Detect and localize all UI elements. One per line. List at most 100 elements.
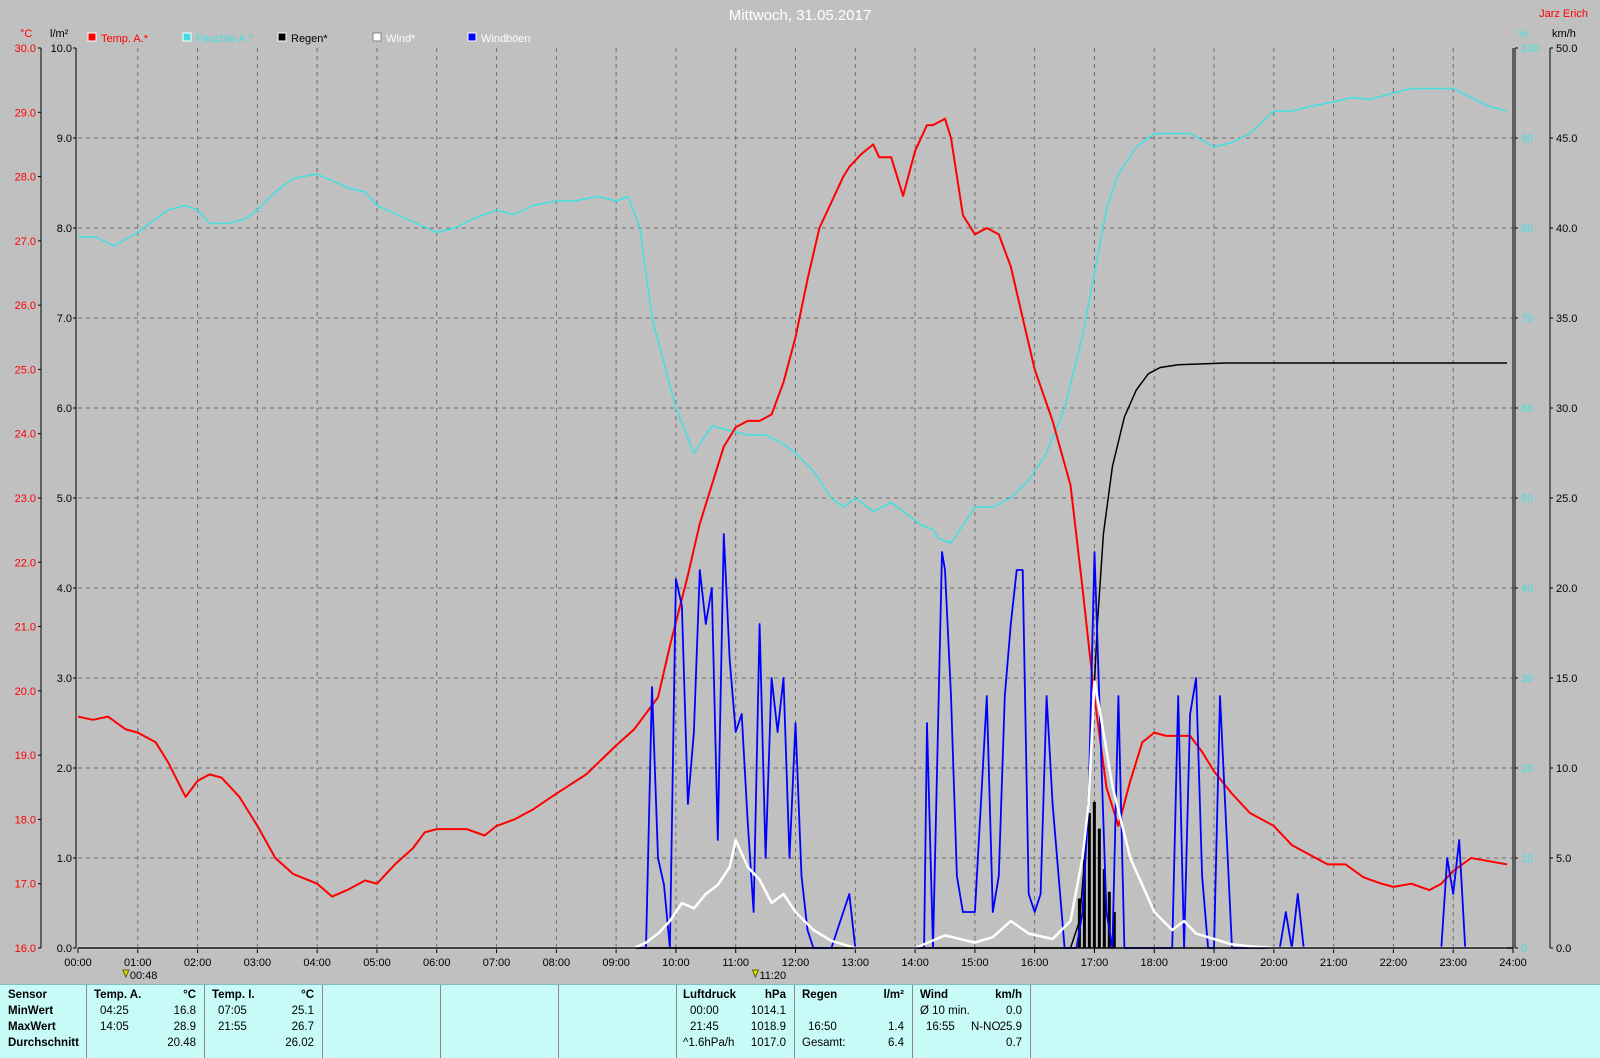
legend-swatch-humidity	[182, 32, 192, 42]
stats-luftdruck-min: 1014.1	[750, 1005, 786, 1017]
wind-tick-label: 25.0	[1556, 493, 1577, 505]
rain-tick-label: 8.0	[57, 223, 72, 235]
wind-tick-label: 0.0	[1556, 943, 1571, 955]
time-tick-label: 18:00	[1140, 957, 1168, 969]
rain-tick-label: 9.0	[57, 133, 72, 145]
stats-temp-i-title: Temp. I.	[212, 989, 255, 1001]
temp-tick-label: 18.0	[15, 814, 36, 826]
stats-luftdruck-avg: 1017.0	[750, 1037, 786, 1049]
time-tick-label: 11:00	[722, 957, 749, 969]
rain-tick-label: 7.0	[57, 313, 72, 325]
humidity-tick-label: 20	[1521, 763, 1533, 775]
humidity-tick-label: 100	[1521, 43, 1539, 55]
humidity-unit-label: %	[1518, 28, 1528, 40]
rain-bar	[1087, 813, 1091, 948]
time-tick-label: 00:00	[64, 957, 92, 969]
stats-temp-i-min-time: 07:05	[218, 1005, 247, 1017]
sun-marker-label: 11:20	[759, 970, 786, 982]
humidity-tick-label: 80	[1521, 223, 1533, 235]
time-tick-label: 03:00	[244, 957, 272, 969]
temp-tick-label: 20.0	[15, 686, 36, 698]
time-tick-label: 21:00	[1320, 957, 1348, 969]
stats-empty-block-1	[323, 985, 441, 1058]
time-tick-label: 05:00	[363, 957, 391, 969]
wind-tick-label: 5.0	[1556, 853, 1571, 865]
rain-tick-label: 4.0	[57, 583, 72, 595]
temp-tick-label: 25.0	[15, 364, 36, 376]
rain-tick-label: 1.0	[57, 853, 72, 865]
stats-temp-i-unit: °C	[301, 989, 314, 1001]
temp-tick-label: 21.0	[15, 622, 36, 634]
stats-wind-block: Wind km/h Ø 10 min. 0.0 16:55 N-NO 25.9 …	[913, 985, 1031, 1058]
stats-regen-block: Regen l/m² 16:50 1.4 Gesamt: 6.4	[795, 985, 913, 1058]
time-tick-label: 02:00	[184, 957, 212, 969]
time-tick-label: 08:00	[543, 957, 571, 969]
temp-tick-label: 17.0	[15, 879, 36, 891]
humidity-tick-label: 0	[1521, 943, 1527, 955]
legend-label-rain: Regen*	[291, 33, 328, 45]
time-tick-label: 16:00	[1021, 957, 1049, 969]
rain-bar	[1092, 801, 1096, 948]
stats-wind-max-time: 16:55	[926, 1021, 955, 1033]
rain-tick-label: 10.0	[51, 43, 72, 55]
time-tick-label: 04:00	[303, 957, 331, 969]
stats-empty-block-3	[559, 985, 677, 1058]
time-tick-label: 20:00	[1260, 957, 1288, 969]
time-tick-label: 06:00	[423, 957, 451, 969]
stats-regen-max-time: 16:50	[808, 1021, 837, 1033]
humidity-tick-label: 30	[1521, 673, 1533, 685]
stats-wind-max-dir: N-NO	[971, 1021, 1001, 1033]
stats-wind-avg: 0.7	[1006, 1037, 1022, 1049]
stats-luftdruck-title: Luftdruck	[683, 989, 737, 1001]
time-tick-label: 22:00	[1380, 957, 1408, 969]
stats-row-label-max: MaxWert	[8, 1021, 56, 1033]
time-tick-label: 07:00	[483, 957, 511, 969]
time-tick-label: 10:00	[662, 957, 690, 969]
stats-temp-i-min: 25.1	[291, 1005, 314, 1017]
time-tick-label: 19:00	[1200, 957, 1228, 969]
stats-luftdruck-max-time: 21:45	[690, 1021, 719, 1033]
time-tick-label: 14:00	[901, 957, 929, 969]
wind-tick-label: 35.0	[1556, 313, 1577, 325]
legend-label-gust: Windböen	[481, 33, 531, 45]
stats-temp-a-avg: 20.48	[167, 1037, 196, 1049]
rain-tick-label: 3.0	[57, 673, 72, 685]
temp-unit-label: °C	[20, 28, 32, 40]
stats-sensor-title: Sensor	[8, 989, 47, 1001]
stats-temp-i-block: Temp. I. °C 07:05 25.1 21:55 26.7 26.02	[205, 985, 323, 1058]
stats-regen-total: 6.4	[888, 1037, 904, 1049]
stats-temp-i-avg: 26.02	[285, 1037, 314, 1049]
stats-empty-block-2	[441, 985, 559, 1058]
stats-temp-a-max-time: 14:05	[100, 1021, 129, 1033]
time-tick-label: 13:00	[842, 957, 870, 969]
stats-sensor-block: Sensor MinWert MaxWert Durchschnitt	[0, 985, 87, 1058]
legend-label-humidity: Feuchte A.*	[196, 33, 254, 45]
wind-tick-label: 20.0	[1556, 583, 1577, 595]
stats-regen-unit: l/m²	[883, 989, 904, 1001]
wind-tick-label: 45.0	[1556, 133, 1577, 145]
author-label: Jarz Erich	[1539, 8, 1588, 20]
temp-tick-label: 16.0	[15, 943, 36, 955]
stats-regen-title: Regen	[802, 989, 838, 1001]
humidity-tick-label: 40	[1521, 583, 1533, 595]
stats-regen-max: 1.4	[888, 1021, 904, 1033]
stats-temp-a-min-time: 04:25	[100, 1005, 129, 1017]
statistics-panel: Sensor MinWert MaxWert Durchschnitt Temp…	[0, 984, 1600, 1058]
time-tick-label: 09:00	[602, 957, 630, 969]
stats-temp-a-unit: °C	[183, 989, 196, 1001]
stats-temp-a-title: Temp. A.	[94, 989, 142, 1001]
stats-temp-a-max: 28.9	[173, 1021, 196, 1033]
stats-temp-a-min: 16.8	[173, 1005, 196, 1017]
stats-wind-min: 0.0	[1006, 1005, 1022, 1017]
stats-row-label-min: MinWert	[8, 1005, 54, 1017]
humidity-tick-label: 70	[1521, 313, 1533, 325]
wind-tick-label: 40.0	[1556, 223, 1577, 235]
temp-tick-label: 22.0	[15, 557, 36, 569]
humidity-tick-label: 90	[1521, 133, 1533, 145]
stats-luftdruck-unit: hPa	[764, 989, 786, 1001]
rain-tick-label: 5.0	[57, 493, 72, 505]
stats-wind-title: Wind	[920, 989, 948, 1001]
rain-bar	[1097, 828, 1101, 948]
temp-tick-label: 26.0	[15, 300, 36, 312]
time-tick-label: 24:00	[1499, 957, 1527, 969]
